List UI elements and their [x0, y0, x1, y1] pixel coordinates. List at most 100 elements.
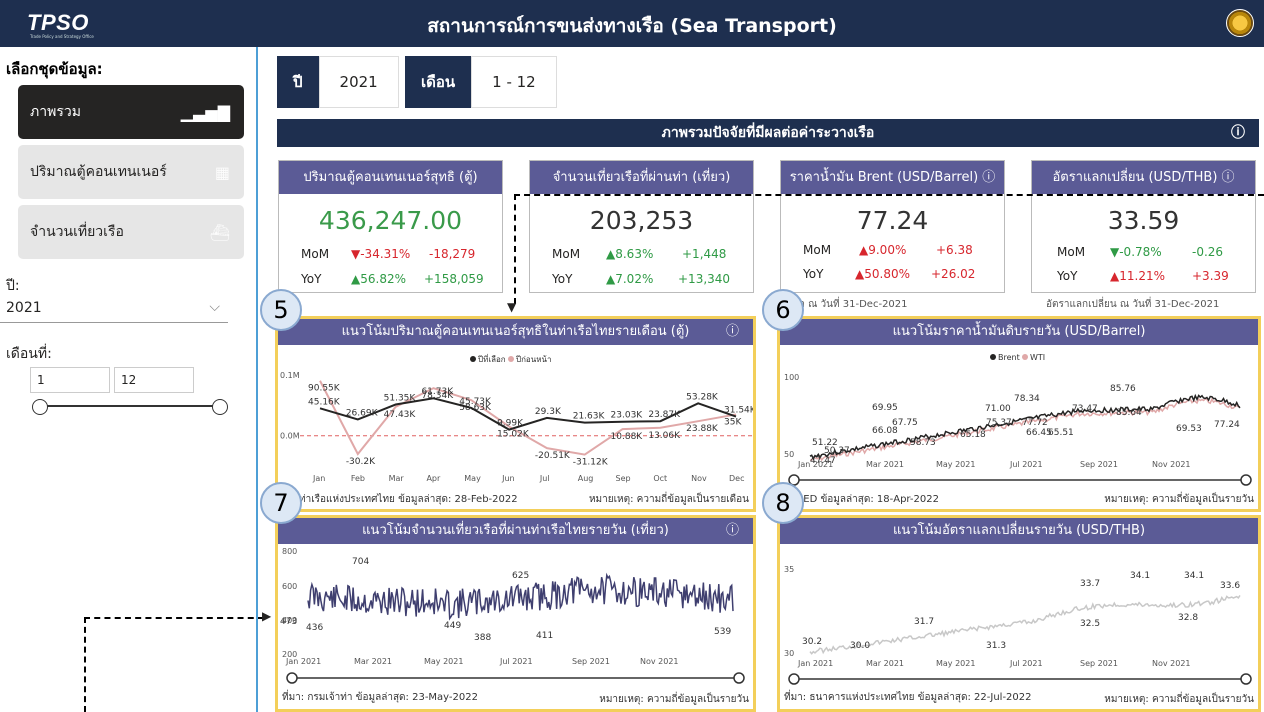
x-tick-label: Oct	[653, 474, 667, 483]
container-trend-chart: ปีที่เลือก ปีก่อนหน้า 0.1M 0.0M 90.55K -30.2K…	[280, 353, 757, 483]
year-filter[interactable]: ปี 2021	[277, 56, 399, 108]
range-slider-end-handle	[1240, 474, 1252, 486]
brent-footnote: าคา ณ วันที่ 31-Dec-2021	[787, 299, 908, 310]
data-label: 65.51	[1048, 428, 1074, 438]
data-label: 53.28K	[686, 392, 719, 402]
ship-icon: ⛴	[209, 222, 230, 242]
yoy-label: YoY	[301, 272, 322, 286]
panel-oil-trend: แนวโน้มราคาน้ำมันดิบรายวัน (USD/Barrel) …	[777, 316, 1261, 512]
info-icon[interactable]: ⓘ	[1231, 119, 1245, 147]
month-from-input[interactable]: 1	[30, 367, 110, 393]
kpi-value: 77.24	[856, 206, 929, 235]
annotation-line	[84, 617, 264, 619]
panel-note: หมายเหตุ: ความถี่ข้อมูลเป็นรายวัน	[599, 694, 749, 705]
data-label: 23.03K	[611, 411, 644, 421]
data-label: 65.18	[960, 430, 986, 440]
bar-chart-icon: ▁▃▅▇	[180, 102, 230, 122]
year-value: 2021	[6, 300, 42, 316]
data-label: 77.72	[1022, 418, 1048, 428]
x-tick-label: Jun	[501, 474, 515, 483]
x-tick-label: Mar 2021	[866, 659, 904, 668]
data-label: 26.69K	[346, 408, 379, 418]
data-label: 473	[280, 617, 297, 627]
y-tick-label: 0.0M	[280, 432, 300, 441]
yoy-abs: +26.02	[931, 267, 976, 281]
x-tick-label: Jan 2021	[797, 659, 833, 668]
x-tick-label: Apr	[426, 474, 441, 483]
kpi-brent: ราคาน้ำมัน Brent (USD/Barrel) ⓘ 77.24 Mo…	[780, 160, 1005, 293]
panel-badge-6: 6	[762, 289, 804, 331]
month-filter-key: เดือน	[405, 56, 472, 108]
data-label: 50.37	[824, 446, 850, 456]
panel-exchange-trend: แนวโน้มอัตราแลกเปลี่ยนรายวัน (USD/THB) 3…	[777, 515, 1261, 712]
month-filter[interactable]: เดือน 1 - 12	[405, 56, 557, 108]
yoy-abs: +13,340	[678, 272, 731, 286]
panel-note: หมายเหตุ: ความถี่ข้อมูลเป็นรายวัน	[1104, 694, 1254, 705]
data-label: 411	[536, 631, 553, 641]
data-label: 69.53	[1176, 424, 1202, 434]
mom-label: MoM	[1057, 245, 1086, 259]
panel-badge-7: 7	[260, 482, 302, 524]
data-label: 388	[474, 633, 491, 643]
yoy-pct: ▲7.02%	[606, 272, 654, 286]
data-label: 32.5	[1080, 619, 1100, 629]
sidebar-item-ship-trips[interactable]: จำนวนเที่ยวเรือ ⛴	[18, 205, 244, 259]
x-tick-label: Sep 2021	[1080, 460, 1118, 469]
data-label: 58.73	[910, 438, 936, 448]
panel-badge-5: 5	[260, 289, 302, 331]
exchange-trend-chart: 35 30Jan 2021 Mar 2021 May 2021 Jul 2021 Sep …	[784, 565, 1252, 685]
x-tick-label: Sep 2021	[572, 657, 610, 666]
yoy-label: YoY	[552, 272, 573, 286]
yoy-abs: +158,059	[424, 272, 484, 286]
ministry-seal-icon	[1226, 9, 1254, 37]
panel-title: แนวโน้มราคาน้ำมันดิบรายวัน (USD/Barrel)	[780, 319, 1258, 345]
data-label: 625	[512, 571, 529, 581]
yoy-label: YoY	[803, 267, 824, 281]
data-label: 73.47	[1072, 404, 1098, 414]
data-label: 51.35K	[384, 394, 417, 404]
x-tick-label: May 2021	[936, 659, 975, 668]
y-tick-label: 100	[784, 373, 799, 382]
month-slider-track[interactable]	[40, 405, 220, 407]
data-label: 9.99K	[497, 419, 524, 429]
month-slider-end-handle[interactable]	[212, 399, 228, 415]
month-slider-start-handle[interactable]	[32, 399, 48, 415]
data-label: 31.3	[986, 641, 1006, 651]
data-label: 34.1	[1130, 571, 1150, 581]
sidebar-item-containers[interactable]: ปริมาณตู้คอนเทนเนอร์ ▦	[18, 145, 244, 199]
overview-banner: ภาพรวมปัจจัยที่มีผลต่อค่าระวางเรือ ⓘ	[277, 119, 1259, 147]
legend-dot	[990, 354, 996, 360]
panel-source: ที่มา: ธนาคารแห่งประเทศไทย ข้อมูลล่าสุด:…	[784, 692, 1032, 703]
data-label: 15.02K	[497, 430, 530, 440]
data-label: 47.43K	[384, 410, 417, 420]
x-tick-label: Jan	[312, 474, 325, 483]
kpi-value: 33.59	[1107, 206, 1180, 235]
x-tick-label: Nov 2021	[1152, 659, 1191, 668]
mom-label: MoM	[301, 247, 330, 261]
info-icon[interactable]: ⓘ	[726, 518, 739, 544]
kpi-value: 436,247.00	[318, 206, 463, 235]
panel-title: แนวโน้มปริมาณตู้คอนเทนเนอร์สุทธิในท่าเรื…	[278, 319, 753, 345]
year-filter-key: ปี	[277, 56, 319, 108]
year-filter-value: 2021	[318, 56, 399, 108]
x-tick-label: Nov 2021	[640, 657, 679, 666]
range-slider-start-handle	[788, 673, 800, 685]
panel-container-trend: แนวโน้มปริมาณตู้คอนเทนเนอร์สุทธิในท่าเรื…	[275, 316, 757, 512]
data-label: 31.54K	[724, 406, 753, 416]
data-label: 78.34	[1014, 394, 1040, 404]
x-tick-label: Sep	[616, 474, 631, 483]
kpi-exchange: อัตราแลกเปลี่ยน (USD/THB) ⓘ 33.59 MoM ▼-0…	[1031, 160, 1256, 293]
info-icon[interactable]: ⓘ	[726, 319, 739, 345]
month-to-input[interactable]: 12	[114, 367, 194, 393]
kpi-title: ปริมาณตู้คอนเทนเนอร์สุทธิ (ตู้)	[279, 161, 502, 194]
year-dropdown[interactable]: 2021 ⌵	[0, 297, 228, 323]
yoy-label: YoY	[1057, 269, 1078, 283]
data-label: 75.37	[986, 418, 1012, 428]
mom-abs: +6.38	[936, 243, 973, 257]
sidebar-item-label: จำนวนเที่ยวเรือ	[30, 224, 124, 240]
x-tick-label: Nov 2021	[1152, 460, 1191, 469]
data-label: 436	[306, 623, 323, 633]
sidebar-item-overview[interactable]: ภาพรวม ▁▃▅▇	[18, 85, 244, 139]
data-label: 30.0	[850, 641, 870, 651]
x-tick-label: Mar 2021	[354, 657, 392, 666]
